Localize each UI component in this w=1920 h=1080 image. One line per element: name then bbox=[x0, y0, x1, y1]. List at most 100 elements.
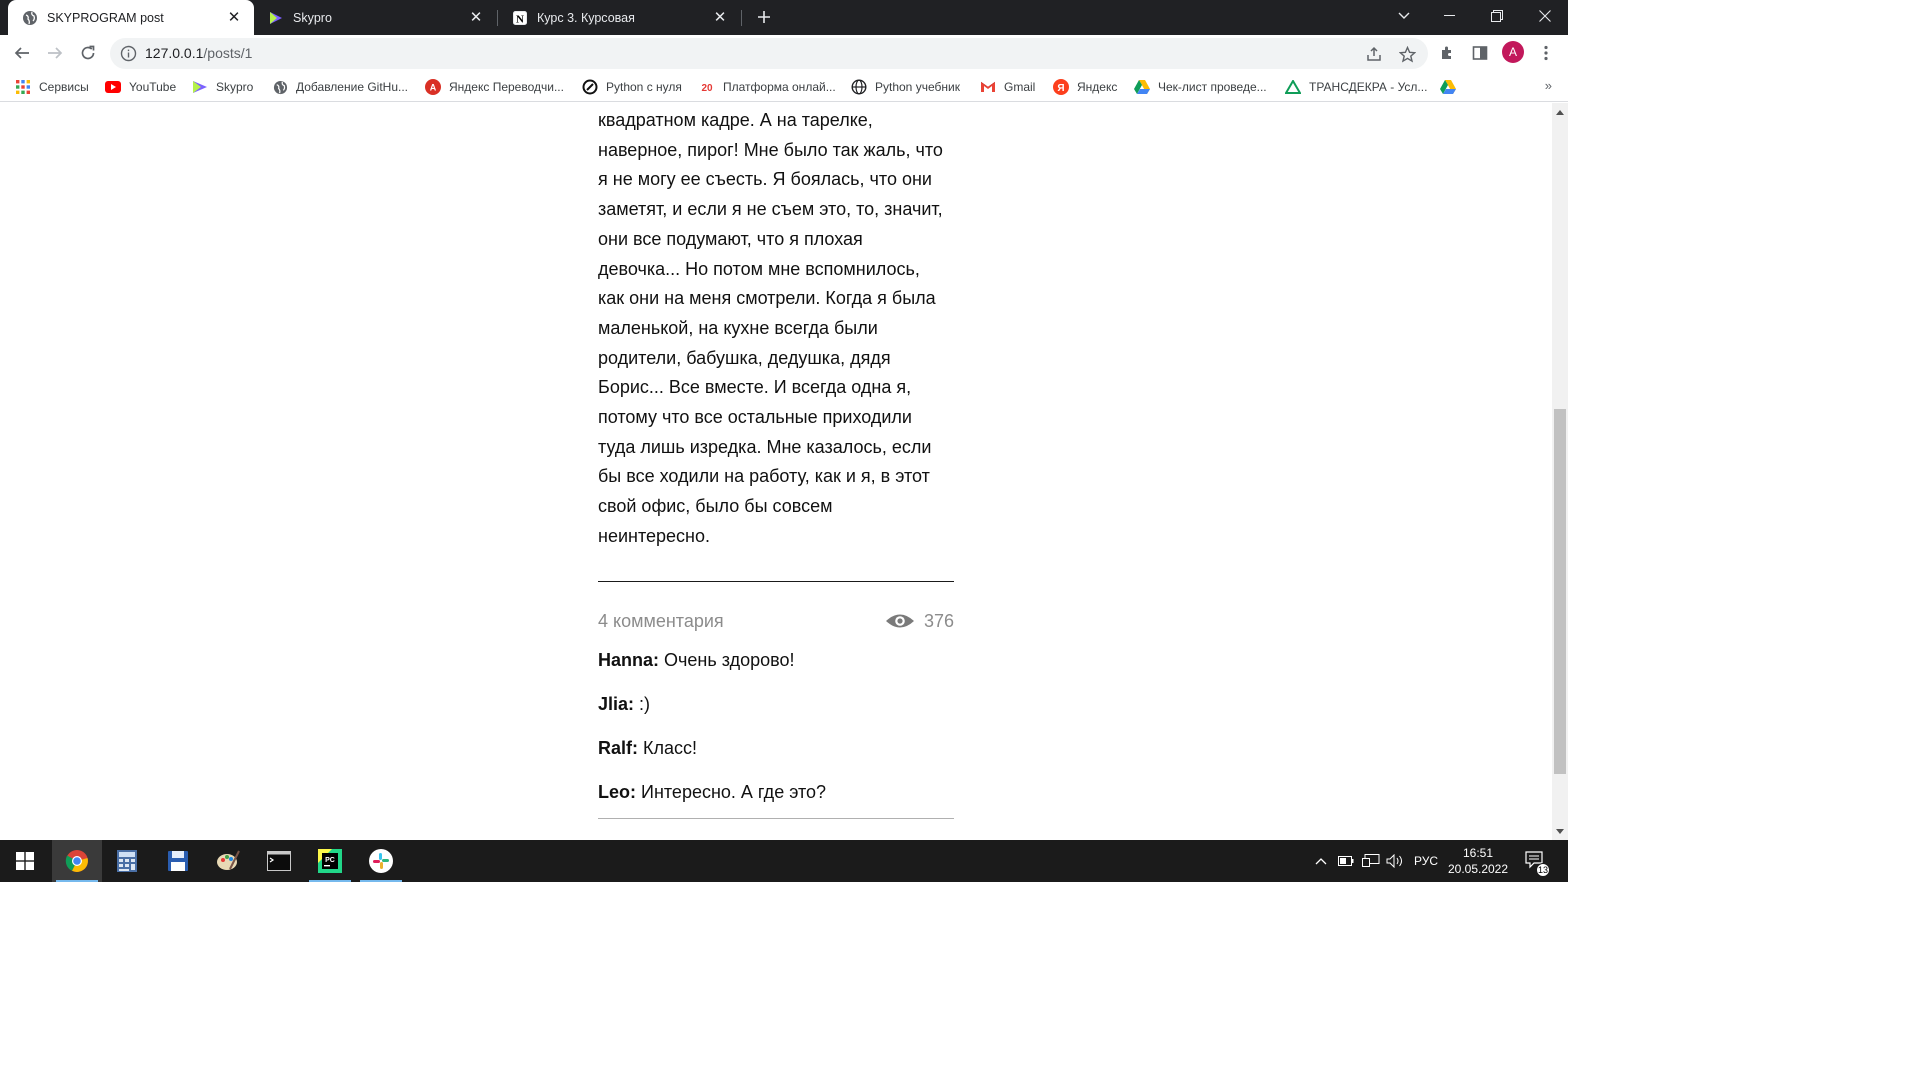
start-button[interactable] bbox=[0, 840, 50, 882]
tray-overflow-button[interactable] bbox=[1311, 840, 1331, 882]
kebab-menu-icon bbox=[1544, 45, 1548, 61]
back-button[interactable] bbox=[8, 39, 36, 67]
clock[interactable]: 16:51 20.05.2022 bbox=[1447, 845, 1509, 877]
globe-icon bbox=[272, 79, 288, 95]
post-text-line: бы все ходили на работу, как и я, в этот bbox=[598, 466, 930, 487]
bookmark-label: Skypro bbox=[216, 80, 254, 94]
profile-avatar[interactable]: A bbox=[1502, 41, 1524, 63]
arrow-left-icon bbox=[14, 47, 29, 59]
active-indicator bbox=[56, 880, 98, 882]
address-bar[interactable]: 127.0.0.1/posts/1 bbox=[110, 38, 1428, 69]
battery-button[interactable] bbox=[1335, 840, 1357, 882]
tab-kurs-3[interactable]: N Курс 3. Курсовая ✕ bbox=[498, 0, 740, 35]
slack-icon bbox=[369, 849, 393, 873]
comment-text: Интересно. А где это? bbox=[641, 781, 827, 802]
yandex-icon: Я bbox=[1053, 79, 1069, 95]
close-icon[interactable]: ✕ bbox=[226, 10, 242, 26]
bookmark-label: Python с нуля bbox=[606, 80, 682, 94]
taskbar-chrome[interactable] bbox=[52, 840, 102, 882]
bookmarks-overflow-button[interactable]: » bbox=[1545, 78, 1552, 93]
eye-icon bbox=[885, 614, 914, 628]
bookmark-label: Яндекс bbox=[1077, 80, 1118, 94]
bookmark-label: Добавление GitHu... bbox=[296, 80, 408, 94]
close-icon[interactable]: ✕ bbox=[712, 10, 728, 26]
svg-text:N: N bbox=[516, 13, 524, 25]
tab-search-button[interactable] bbox=[1381, 0, 1427, 32]
tab-skypro[interactable]: Skypro ✕ bbox=[254, 0, 496, 35]
taskbar-terminal[interactable] bbox=[254, 840, 304, 882]
scroll-thumb[interactable] bbox=[1554, 409, 1566, 774]
extensions-button[interactable] bbox=[1433, 39, 1461, 67]
info-icon[interactable] bbox=[120, 45, 137, 62]
platform-icon: 20 bbox=[699, 79, 715, 95]
bookmark-skypro[interactable]: Skypro bbox=[192, 78, 253, 96]
star-icon[interactable] bbox=[1396, 43, 1418, 65]
post-meta: 4 комментария 376 bbox=[598, 604, 954, 644]
paint-icon bbox=[217, 850, 240, 870]
taskbar-calculator[interactable] bbox=[102, 840, 152, 882]
gmail-icon bbox=[980, 79, 996, 95]
bookmark-drive[interactable] bbox=[1440, 78, 1464, 96]
tab-separator bbox=[741, 10, 742, 26]
bookmark-github-add[interactable]: Добавление GitHu... bbox=[272, 78, 408, 96]
side-panel-icon bbox=[1472, 46, 1488, 60]
tab-skyprogram-post[interactable]: SKYPROGRAM post ✕ bbox=[8, 0, 254, 35]
clock-time: 16:51 bbox=[1462, 846, 1494, 860]
minimize-button[interactable] bbox=[1426, 0, 1472, 32]
new-tab-button[interactable] bbox=[752, 4, 776, 30]
taskbar-save-app[interactable] bbox=[153, 840, 203, 882]
notifications-button[interactable]: 13 bbox=[1520, 840, 1552, 882]
skypro-icon bbox=[268, 10, 284, 26]
views-count: 376 bbox=[923, 610, 954, 631]
side-panel-button[interactable] bbox=[1466, 39, 1494, 67]
forward-button[interactable] bbox=[41, 39, 69, 67]
bookmark-label: Платформа онлай... bbox=[723, 80, 836, 94]
taskbar-pycharm[interactable]: PC bbox=[305, 840, 355, 882]
bookmark-python-from-zero[interactable]: Python с нуля bbox=[582, 78, 682, 96]
taskbar-paint[interactable] bbox=[203, 840, 253, 882]
pycharm-icon: PC bbox=[318, 849, 342, 873]
bookmark-label: Gmail bbox=[1004, 80, 1036, 94]
bookmark-online-platform[interactable]: 20 Платформа онлай... bbox=[699, 78, 836, 96]
puzzle-icon bbox=[1442, 46, 1451, 59]
comments-count[interactable]: 4 комментария bbox=[598, 611, 724, 632]
menu-button[interactable] bbox=[1532, 39, 1560, 67]
tab-title: Курс 3. Курсовая bbox=[537, 10, 635, 25]
language-indicator[interactable]: РУС bbox=[1409, 840, 1443, 882]
comments-divider bbox=[598, 817, 954, 819]
post-text-line: квадратном кадре. А на тарелке, bbox=[598, 110, 873, 130]
chevron-up-icon bbox=[1315, 858, 1327, 865]
close-icon[interactable]: ✕ bbox=[468, 10, 484, 26]
bookmark-python-tutorial[interactable]: Python учебник bbox=[851, 78, 960, 96]
comment-text: Класс! bbox=[643, 737, 698, 758]
bookmark-label: ТРАНСДЕКРА - Усл... bbox=[1309, 80, 1428, 94]
page-scrollbar[interactable] bbox=[1552, 103, 1568, 840]
bookmark-transdekra[interactable]: ТРАНСДЕКРА - Усл... bbox=[1285, 78, 1427, 96]
scroll-down-arrow[interactable] bbox=[1552, 824, 1568, 838]
close-window-button[interactable] bbox=[1522, 0, 1568, 32]
battery-icon bbox=[1338, 856, 1354, 866]
scroll-up-arrow[interactable] bbox=[1552, 105, 1568, 119]
url-path: /posts/1 bbox=[203, 45, 253, 61]
network-button[interactable] bbox=[1360, 840, 1382, 882]
tab-title: SKYPROGRAM post bbox=[47, 10, 164, 25]
bookmark-gmail[interactable]: Gmail bbox=[980, 78, 1035, 96]
bookmark-youtube[interactable]: YouTube bbox=[105, 78, 176, 96]
bookmark-yandex[interactable]: Я Яндекс bbox=[1053, 78, 1117, 96]
url-text[interactable]: 127.0.0.1/posts/1 bbox=[145, 45, 252, 61]
post-text-line: потому что все остальные приходили bbox=[598, 407, 912, 428]
tab-title: Skypro bbox=[293, 10, 332, 25]
volume-button[interactable] bbox=[1384, 840, 1406, 882]
bookmark-yandex-translate[interactable]: A Яндекс Переводчи... bbox=[425, 78, 564, 96]
bookmark-services[interactable]: Сервисы bbox=[15, 78, 89, 96]
bookmark-checklist[interactable]: Чек-лист проведе... bbox=[1134, 78, 1267, 96]
comment-author: Ralf: bbox=[598, 737, 638, 758]
triangle-up-icon bbox=[1556, 109, 1564, 115]
comment: Jlia: :) bbox=[598, 694, 954, 738]
taskbar-slack[interactable] bbox=[356, 840, 406, 882]
restore-icon bbox=[1491, 10, 1503, 22]
reload-button[interactable] bbox=[74, 39, 102, 67]
share-icon[interactable] bbox=[1363, 43, 1385, 65]
post-divider bbox=[598, 580, 954, 582]
restore-button[interactable] bbox=[1474, 0, 1520, 32]
